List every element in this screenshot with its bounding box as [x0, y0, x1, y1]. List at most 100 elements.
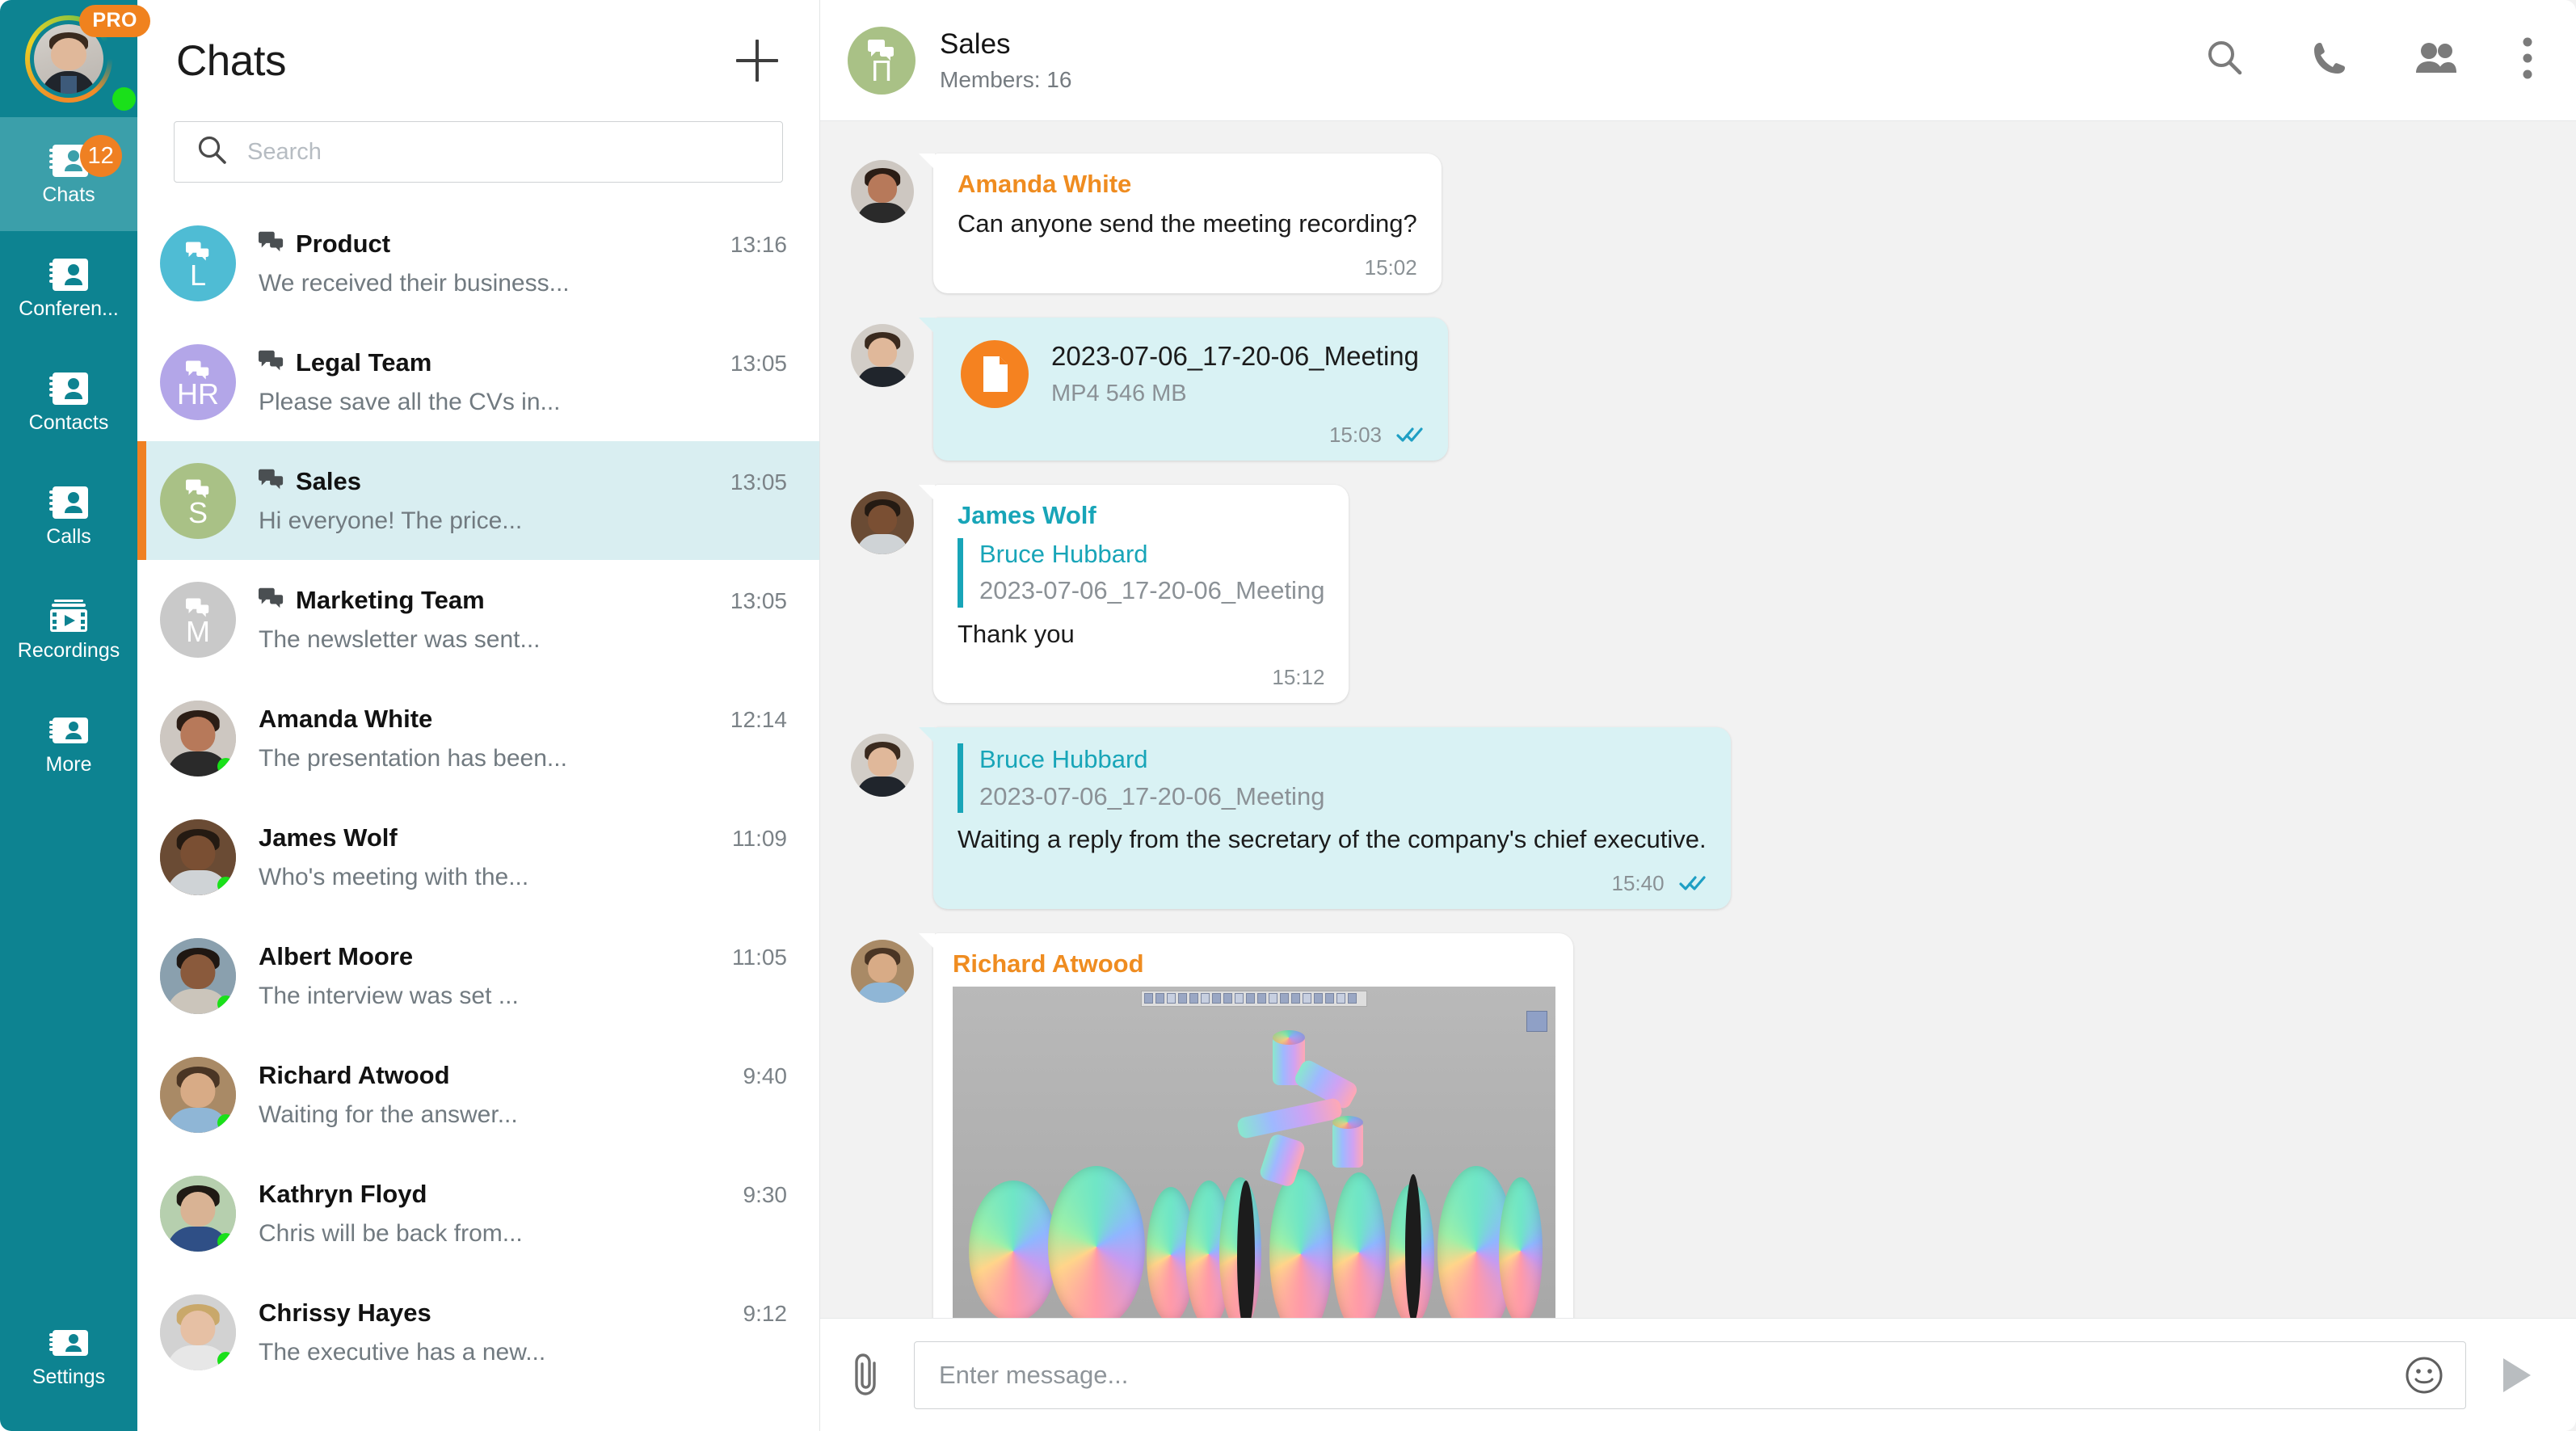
- more-options-button[interactable]: [2521, 36, 2534, 85]
- chat-item-body: Sales 13:05 Hi everyone! The price...: [259, 467, 787, 535]
- chat-item-top: Albert Moore 11:05: [259, 942, 787, 971]
- chat-list-item[interactable]: S Sales 13:05 Hi everyone! The price...: [137, 441, 819, 560]
- quoted-sender: Bruce Hubbard: [979, 745, 1148, 774]
- conversation-header-actions: [2204, 36, 2534, 85]
- chat-item-time: 9:12: [743, 1300, 788, 1326]
- file-attachment[interactable]: 2023-07-06_17-20-06_Meeting MP4 546 MB: [958, 334, 1424, 408]
- chat-item-preview: Waiting for the answer...: [259, 1101, 518, 1128]
- message: Amanda White Can anyone send the meeting …: [820, 154, 2576, 293]
- sidebar-item-settings[interactable]: Settings: [0, 1299, 137, 1413]
- search-in-chat-button[interactable]: [2204, 37, 2246, 83]
- message-sender: James Wolf: [958, 500, 1096, 529]
- message-input[interactable]: [939, 1341, 2404, 1408]
- message-bubble[interactable]: 2023-07-06_17-20-06_Meeting MP4 546 MB 1…: [918, 317, 1449, 461]
- message-sender: Richard Atwood: [953, 949, 1144, 978]
- sidebar-item-label: Chats: [42, 183, 95, 206]
- group-chat-icon: [259, 467, 284, 496]
- sidebar-item-calls[interactable]: Calls: [0, 459, 137, 573]
- members-button[interactable]: [2413, 40, 2458, 80]
- message: James Wolf Bruce Hubbard 2023-07-06_17-2…: [820, 484, 2576, 704]
- chat-item-preview: Please save all the CVs in...: [259, 388, 561, 415]
- document-icon: [961, 339, 1029, 408]
- message-list[interactable]: Amanda White Can anyone send the meeting …: [820, 121, 2576, 1318]
- chat-list-item[interactable]: L Product 13:16 We received their busine…: [137, 204, 819, 322]
- chat-item-top: Chrissy Hayes 9:12: [259, 1298, 787, 1328]
- message-bubble[interactable]: Richard Atwood: [919, 932, 1573, 1318]
- avatar: S: [160, 462, 236, 539]
- message-footer: 15:12: [958, 665, 1324, 690]
- file-name: 2023-07-06_17-20-06_Meeting: [1051, 341, 1420, 372]
- avatar-initial: П: [871, 53, 892, 87]
- chat-item-body: Kathryn Floyd 9:30 Chris will be back fr…: [259, 1180, 787, 1248]
- chat-item-name: Kathryn Floyd: [259, 1180, 427, 1209]
- avatar: [160, 700, 236, 777]
- chat-list-item[interactable]: Chrissy Hayes 9:12 The executive has a n…: [137, 1273, 819, 1391]
- sidebar-item-chats[interactable]: 12 Chats: [0, 117, 137, 231]
- call-button[interactable]: [2309, 38, 2350, 82]
- chat-item-time: 12:14: [730, 706, 787, 732]
- message: Bruce Hubbard 2023-07-06_17-20-06_Meetin…: [820, 727, 2576, 909]
- emoji-button[interactable]: [2404, 1355, 2444, 1395]
- chat-item-name-text: Kathryn Floyd: [259, 1179, 427, 1208]
- group-chat-icon: [259, 229, 284, 259]
- message-footer: 15:02: [958, 255, 1417, 280]
- attach-file-button[interactable]: [848, 1352, 886, 1399]
- quoted-message[interactable]: Bruce Hubbard 2023-07-06_17-20-06_Meetin…: [958, 743, 1707, 814]
- new-chat-button[interactable]: [732, 36, 782, 86]
- chat-list-item[interactable]: M Marketing Team 13:05 The newsletter wa…: [137, 560, 819, 679]
- sidebar-item-more[interactable]: More: [0, 687, 137, 801]
- sidebar-item-label: Contacts: [28, 411, 109, 434]
- message-bubble[interactable]: Bruce Hubbard 2023-07-06_17-20-06_Meetin…: [919, 727, 1731, 909]
- contact-card-icon: [48, 713, 90, 748]
- chat-item-name-text: Richard Atwood: [259, 1060, 450, 1089]
- chat-item-time: 13:05: [730, 587, 787, 613]
- chat-item-name: Legal Team: [259, 348, 431, 377]
- chat-item-name-text: Legal Team: [296, 347, 432, 377]
- send-button[interactable]: [2494, 1352, 2540, 1399]
- avatar: [851, 160, 914, 223]
- chat-list-item[interactable]: Albert Moore 11:05 The interview was set…: [137, 916, 819, 1035]
- profile-avatar-area[interactable]: PRO: [0, 0, 150, 117]
- sidebar-item-conferences[interactable]: Conferen...: [0, 231, 137, 345]
- online-status-dot: [217, 1113, 234, 1131]
- image-attachment[interactable]: [953, 986, 1555, 1318]
- message-input-field[interactable]: [914, 1341, 2466, 1409]
- avatar: [160, 1294, 236, 1370]
- chat-list-item[interactable]: Amanda White 12:14 The presentation has …: [137, 679, 819, 798]
- chat-list-item[interactable]: James Wolf 11:09 Who's meeting with the.…: [137, 798, 819, 916]
- message-bubble[interactable]: James Wolf Bruce Hubbard 2023-07-06_17-2…: [918, 484, 1349, 704]
- search-input[interactable]: [247, 122, 761, 182]
- quoted-text: 2023-07-06_17-20-06_Meeting: [979, 781, 1325, 810]
- chat-list-item[interactable]: Kathryn Floyd 9:30 Chris will be back fr…: [137, 1154, 819, 1273]
- chat-item-preview: Chris will be back from...: [259, 1219, 523, 1247]
- quoted-text: 2023-07-06_17-20-06_Meeting: [979, 575, 1325, 604]
- conversation-members-count: Members: 16: [940, 66, 1072, 92]
- online-status-dot: [217, 1351, 234, 1369]
- chat-list-item[interactable]: HR Legal Team 13:05 Please save all the …: [137, 322, 819, 441]
- chat-list-item[interactable]: Richard Atwood 9:40 Waiting for the answ…: [137, 1035, 819, 1154]
- group-chat-icon: [259, 586, 284, 615]
- chat-list[interactable]: L Product 13:16 We received their busine…: [137, 204, 819, 1431]
- search-box[interactable]: [174, 121, 783, 183]
- chat-item-preview: Who's meeting with the...: [259, 863, 529, 890]
- sidebar-item-contacts[interactable]: Contacts: [0, 345, 137, 459]
- read-receipt-icon: [1396, 427, 1423, 442]
- message-text: Thank you: [958, 619, 1075, 648]
- sidebar-item-label: Settings: [32, 1366, 106, 1388]
- chat-item-name: Amanda White: [259, 705, 432, 734]
- contact-card-icon: [48, 257, 90, 293]
- message-bubble[interactable]: Amanda White Can anyone send the meeting …: [919, 154, 1442, 293]
- chat-item-body: Albert Moore 11:05 The interview was set…: [259, 942, 787, 1010]
- message-time: 15:02: [1364, 255, 1417, 280]
- quoted-message[interactable]: Bruce Hubbard 2023-07-06_17-20-06_Meetin…: [958, 537, 1325, 608]
- sidebar-item-recordings[interactable]: Recordings: [0, 573, 137, 687]
- message: 2023-07-06_17-20-06_Meeting MP4 546 MB 1…: [820, 317, 2576, 461]
- avatar: [851, 323, 914, 387]
- chat-item-body: Legal Team 13:05 Please save all the CVs…: [259, 348, 787, 416]
- group-chat-icon: [259, 348, 284, 377]
- avatar: [160, 937, 236, 1014]
- chat-item-time: 11:09: [732, 825, 787, 851]
- chat-item-top: Legal Team 13:05: [259, 348, 787, 377]
- avatar: HR: [160, 343, 236, 420]
- avatar: [851, 734, 914, 798]
